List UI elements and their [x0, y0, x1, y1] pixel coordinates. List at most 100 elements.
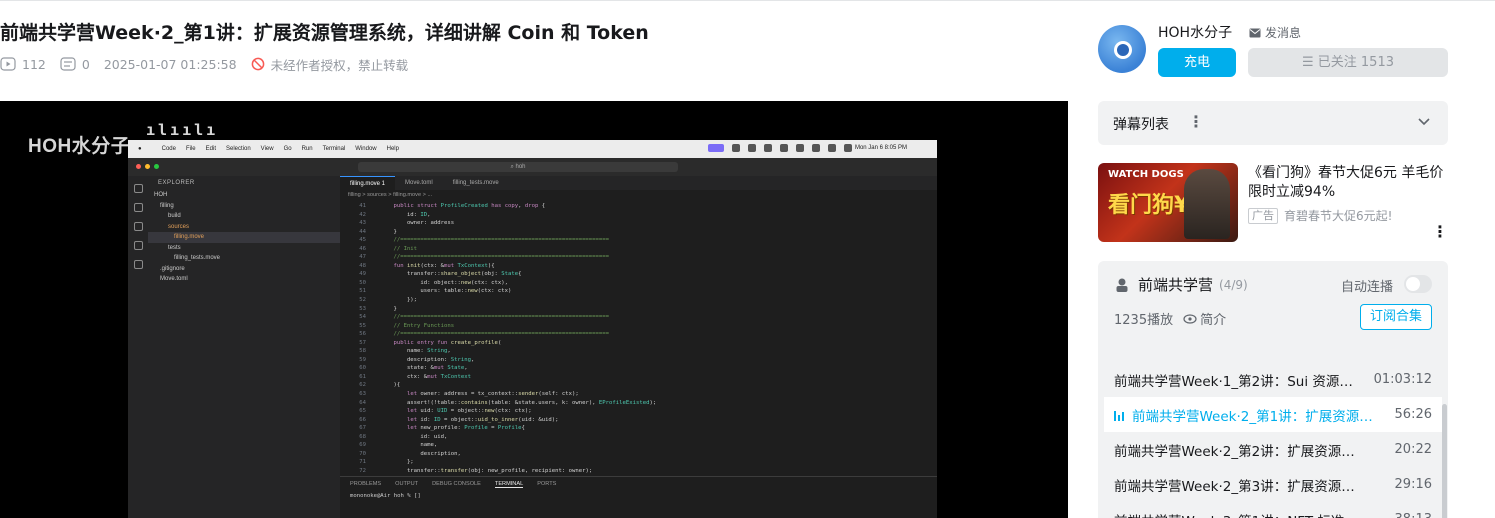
code-line: 57 public entry fun create_profile( — [359, 339, 502, 346]
terminal-tab: OUTPUT — [395, 481, 419, 487]
collection-count: (4/9) — [1219, 277, 1248, 292]
charge-button[interactable]: 充电 — [1158, 48, 1236, 77]
explorer-item: .gitignore — [160, 265, 185, 272]
subscribe-collection-button[interactable]: 订阅合集 — [1360, 304, 1432, 330]
ad-more-icon[interactable]: ⋮ — [1432, 222, 1448, 241]
code-line: 46 // Init — [359, 245, 418, 252]
editor-tab: filling_tests.move — [452, 180, 499, 186]
send-message-link[interactable]: 发消息 — [1249, 24, 1301, 41]
terminal-tab: TERMINAL — [494, 481, 524, 488]
forbidden-icon — [251, 57, 264, 71]
vscode-activity-bar — [128, 176, 148, 518]
episode-item[interactable]: 前端共学营Week·2_第3讲：扩展资源管理系统 29:16 — [1098, 467, 1448, 502]
code-line: 53 } — [359, 305, 397, 312]
code-line: 47 //===================================… — [359, 254, 610, 261]
window-controls — [136, 164, 163, 169]
danmaku-icon — [60, 57, 76, 71]
mac-menu-item: Edit — [205, 146, 216, 152]
collection-intro-link[interactable]: 简介 — [1183, 309, 1226, 328]
more-vertical-icon[interactable]: ⋮ — [1188, 112, 1204, 131]
ad-thumbnail[interactable]: WATCH DOGS 看门狗¥6 — [1098, 163, 1238, 242]
screen-recording: ● Code File Edit Selection View Go Run Terminal… — [128, 140, 937, 518]
explorer-item: filling — [160, 202, 174, 209]
code-line: 42 id: ID, — [359, 211, 431, 218]
mac-menu-item: Selection — [225, 146, 251, 152]
follow-button[interactable]: ☰ 已关注 1513 — [1248, 48, 1448, 77]
uploader-avatar[interactable] — [1098, 25, 1146, 73]
episode-list-scrollbar[interactable] — [1442, 404, 1447, 518]
code-line: 65 let uid: UID = object::new(ctx: ctx); — [359, 408, 532, 415]
mac-menu-item: Help — [386, 146, 399, 152]
watermark-decoration: ılıılı — [146, 121, 219, 139]
vscode-terminal: PROBLEMS OUTPUT DEBUG CONSOLE TERMINAL PORTS… — [340, 476, 937, 518]
code-line: 58 name: String, — [359, 348, 451, 355]
danmaku-list-panel[interactable]: 弹幕列表 ⋮ — [1098, 101, 1448, 145]
code-line: 66 let id: ID = object::uid_to_inner(uid… — [359, 416, 559, 423]
chevron-down-icon[interactable] — [1418, 118, 1430, 126]
play-count-icon — [0, 57, 16, 71]
code-line: 69 name, — [359, 442, 438, 449]
playing-bars-icon — [1114, 409, 1126, 421]
collection-stats: 1235播放 简介 — [1114, 309, 1226, 328]
explorer-item: build — [168, 213, 181, 219]
ad-subtitle[interactable]: 育碧春节大促6元起! — [1284, 207, 1392, 224]
send-message-label: 发消息 — [1265, 26, 1302, 40]
collection-name[interactable]: 前端共学营 — [1138, 274, 1213, 295]
explorer-item: filling_tests.move — [174, 255, 221, 261]
terminal-tab: PORTS — [537, 481, 557, 487]
editor-tabs: filling.move 1 Move.toml filling_tests.mov… — [340, 176, 937, 190]
view-count: 112 — [0, 57, 46, 72]
menu-lines-icon: ☰ — [1301, 55, 1318, 70]
view-count-value: 112 — [22, 56, 46, 72]
danmaku-count: 0 — [60, 57, 90, 72]
code-line: 71 }; — [359, 459, 414, 466]
vscode-titlebar: ⌕ hoh — [128, 158, 937, 176]
mac-menu-bar: ● Code File Edit Selection View Go Run Terminal… — [128, 140, 937, 158]
code-line: 51 users: table::new(ctx: ctx) — [359, 288, 512, 295]
code-line: 56 //===================================… — [359, 331, 610, 338]
mac-menu-item: Code — [161, 146, 176, 152]
explorer-item: HOH — [154, 192, 168, 198]
terminal-prompt: mononoke@Air hoh % [] — [350, 493, 421, 499]
episode-item[interactable]: 前端共学营Week·1_第2讲：Sui 资源管理 01:03:12 — [1098, 362, 1448, 397]
code-line: 60 state: &mut State, — [359, 365, 468, 372]
publish-time: 2025-01-07 01:25:58 — [103, 56, 237, 72]
collection-intro-label: 简介 — [1200, 313, 1227, 328]
code-area: 41 public struct ProfileCreated has copy… — [340, 202, 937, 484]
ad-title[interactable]: 《看门狗》春节大促6元 羊毛价 限时立减94% — [1248, 164, 1448, 202]
mac-menu-item: Run — [301, 146, 313, 152]
code-line: 48 fun init(ctx: &mut TxContext){ — [359, 262, 495, 269]
player-watermark: HOH水分子 — [28, 136, 131, 157]
code-line: 50 id: object::new(ctx: ctx), — [359, 279, 508, 286]
episode-title: 前端共学营Week·2_第1讲：扩展资源管理系统 — [1132, 408, 1380, 425]
ad-badge: 广告 — [1248, 207, 1278, 224]
ad-subtitle-row: 广告 育碧春节大促6元起! — [1248, 207, 1392, 224]
episode-item[interactable]: 前端共学营Week·2_第2讲：扩展资源管理系统 20:22 — [1098, 432, 1448, 467]
code-line: 52 }); — [359, 297, 418, 304]
code-line: 64 assert!(!table::contains(table: &stat… — [359, 399, 657, 406]
code-line: 68 id: uid, — [359, 433, 448, 440]
code-line: 49 transfer::share_object(obj: State{ — [359, 271, 522, 278]
collection-panel: 前端共学营 (4/9) 自动连播 1235播放 简介 订阅合集 前端共学营Wee… — [1098, 261, 1448, 518]
copyright-notice-text: 未经作者授权，禁止转载 — [270, 57, 409, 73]
episode-item-current[interactable]: 前端共学营Week·2_第1讲：扩展资源管理系统 56:26 — [1104, 397, 1442, 432]
follow-label: 已关注 1513 — [1317, 55, 1394, 70]
code-line: 67 let new_profile: Profile = Profile{ — [359, 425, 525, 432]
autoplay-toggle[interactable] — [1404, 275, 1432, 293]
mac-menu-item: Window — [355, 146, 377, 152]
explorer-item: sources — [168, 223, 190, 230]
video-meta: 112 0 2025-01-07 01:25:58 未经作者授权，禁止转载 — [0, 56, 422, 73]
episode-title: 前端共学营Week·2_第2讲：扩展资源管理系统 — [1114, 443, 1364, 460]
explorer-item: filling.move — [148, 232, 340, 243]
collection-header: 前端共学营 (4/9) — [1114, 274, 1248, 295]
episode-duration: 38:13 — [1395, 512, 1432, 518]
code-line: 59 description: String, — [359, 356, 475, 363]
episode-item[interactable]: 前端共学营Week·3_第1讲：NFT 标准 38:13 — [1098, 502, 1448, 518]
code-line: 72 transfer::transfer(obj: new_profile, … — [359, 467, 593, 474]
uploader-name[interactable]: HOH水分子 — [1158, 22, 1232, 42]
explorer-header: EXPLORER — [158, 180, 195, 186]
video-player[interactable]: HOH水分子 ılıılı ● Code File Edit Selection Vie… — [0, 101, 1068, 518]
episode-duration: 20:22 — [1394, 442, 1432, 457]
video-title: 前端共学营Week·2_第1讲：扩展资源管理系统，详细讲解 Coin 和 Tok… — [0, 22, 649, 44]
code-line: 62 ){ — [359, 382, 401, 389]
